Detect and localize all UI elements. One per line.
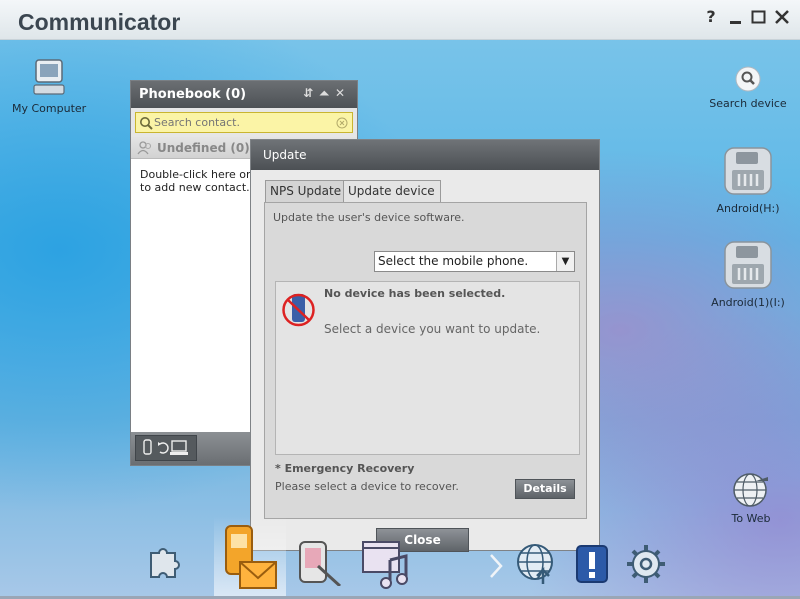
- update-dialog-title: Update: [251, 140, 599, 170]
- my-computer[interactable]: My Computer: [12, 58, 86, 115]
- android-i-drive[interactable]: Android(1)(I:): [708, 240, 788, 309]
- search-box: [135, 112, 353, 133]
- puzzle-icon[interactable]: [145, 541, 187, 583]
- media-icon[interactable]: [360, 536, 412, 590]
- update-description: Update the user's device software.: [273, 211, 465, 224]
- minimize-button[interactable]: [727, 8, 745, 26]
- sync-device-icon: [143, 439, 188, 455]
- tab-nps-update[interactable]: NPS Update: [265, 180, 348, 202]
- help-button[interactable]: ?: [702, 8, 720, 26]
- close-icon[interactable]: ✕: [335, 86, 351, 100]
- maximize-button[interactable]: [750, 8, 768, 26]
- close-window-button[interactable]: [773, 8, 791, 26]
- sort-icon[interactable]: ⇵: [303, 86, 319, 100]
- no-device-subtitle: Select a device you want to update.: [324, 322, 541, 336]
- floppy-disk-icon: [724, 241, 772, 289]
- clear-icon[interactable]: [336, 117, 348, 129]
- maximize-icon: [751, 10, 766, 24]
- to-web[interactable]: To Web: [718, 471, 784, 525]
- title-bar: Communicator ?: [0, 0, 800, 40]
- globe-icon: [733, 473, 768, 507]
- app-title: Communicator: [18, 9, 181, 35]
- group-label: Undefined (0): [157, 141, 250, 155]
- tab-update-device[interactable]: Update device: [343, 180, 441, 203]
- phonebook-controls: ⇵⏶✕: [303, 86, 351, 101]
- computer-icon: [33, 59, 65, 95]
- collapse-icon[interactable]: ⏶: [319, 86, 335, 100]
- emergency-recovery-title: * Emergency Recovery: [275, 462, 415, 475]
- details-button[interactable]: Details: [515, 479, 575, 499]
- search-icon: [140, 117, 153, 130]
- search-bar: [131, 108, 357, 137]
- android-h-drive[interactable]: Android(H:): [712, 146, 784, 215]
- emergency-recovery-text: Please select a device to recover.: [275, 480, 459, 493]
- sync-button[interactable]: [135, 435, 197, 461]
- chevron-down-icon[interactable]: ▼: [556, 252, 574, 271]
- settings-icon[interactable]: [624, 542, 670, 588]
- chevron-right-icon[interactable]: [487, 552, 505, 580]
- floppy-disk-icon: [724, 147, 772, 195]
- no-device-title: No device has been selected.: [324, 287, 506, 300]
- select-value: Select the mobile phone.: [378, 254, 529, 268]
- no-device-icon: [282, 293, 315, 327]
- search-contact-input[interactable]: [154, 115, 334, 130]
- phone-message-icon[interactable]: [220, 518, 280, 596]
- device-status-box: No device has been selected. Select a de…: [275, 281, 580, 455]
- globe-icon[interactable]: [515, 542, 559, 586]
- minimize-icon: [730, 21, 741, 24]
- update-device-panel: Update the user's device software. Selec…: [264, 202, 587, 519]
- phone-edit-icon[interactable]: [296, 538, 344, 586]
- mobile-phone-select[interactable]: Select the mobile phone. ▼: [374, 251, 575, 272]
- search-icon: [735, 66, 761, 92]
- search-device[interactable]: Search device: [706, 66, 790, 110]
- phonebook-title: Phonebook (0): [139, 87, 247, 102]
- phonebook-header: Phonebook (0) ⇵⏶✕: [131, 81, 357, 108]
- update-dialog: Update NPS Update Update device Update t…: [250, 139, 600, 552]
- contacts-icon: [137, 141, 152, 155]
- close-icon: [775, 10, 789, 24]
- alert-icon[interactable]: [575, 544, 609, 584]
